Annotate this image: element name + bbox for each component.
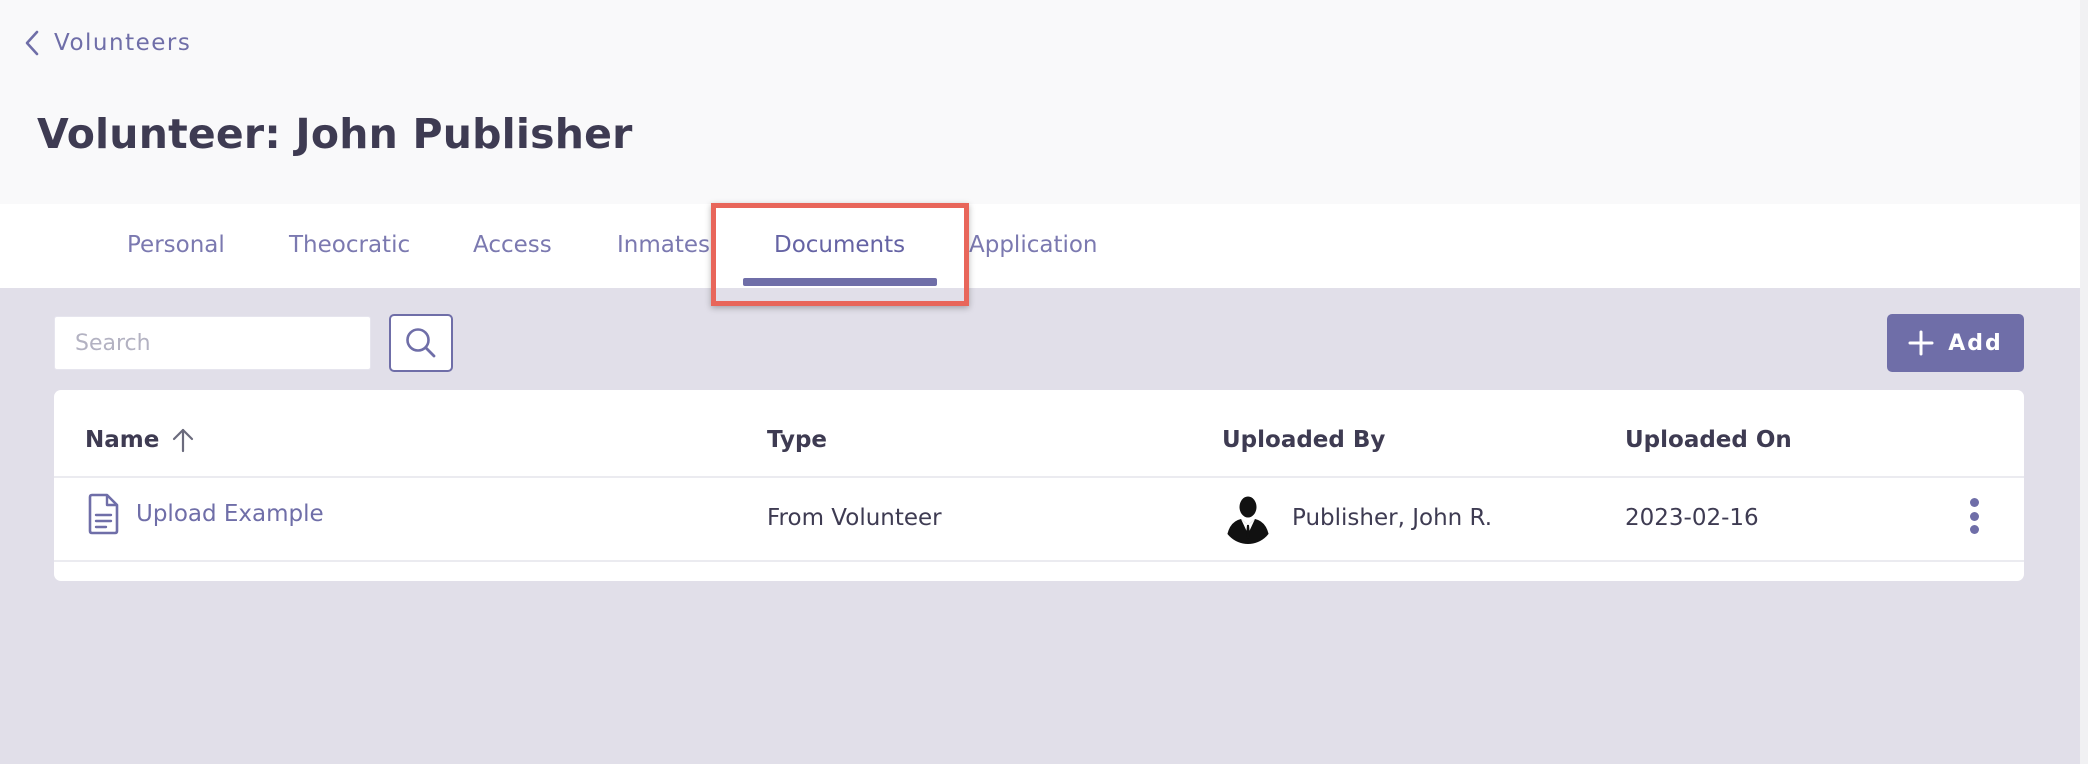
tab-bar: Personal Theocratic Access Inmates Docum…	[0, 204, 2080, 288]
back-link-label: Volunteers	[54, 30, 192, 56]
search-button[interactable]	[389, 314, 453, 372]
add-button[interactable]: Add	[1887, 314, 2024, 372]
document-type-cell: From Volunteer	[767, 505, 942, 531]
back-link[interactable]: Volunteers	[24, 26, 191, 60]
column-header-label: Uploaded On	[1625, 427, 1792, 453]
tab-inmates[interactable]: Inmates	[617, 232, 710, 272]
column-header-label: Uploaded By	[1222, 427, 1386, 453]
tab-application[interactable]: Application	[969, 232, 1098, 272]
page-header: Volunteers Volunteer: John Publisher	[0, 0, 2080, 204]
arrow-up-icon	[173, 428, 194, 453]
search-icon	[406, 328, 436, 358]
kebab-menu-icon	[1969, 525, 1979, 534]
column-header-uploaded-by[interactable]: Uploaded By	[1222, 420, 1385, 460]
tab-personal[interactable]: Personal	[127, 232, 225, 272]
column-header-label: Type	[767, 427, 828, 453]
column-header-uploaded-on[interactable]: Uploaded On	[1625, 420, 1792, 460]
plus-icon	[1908, 330, 1934, 356]
document-name-link[interactable]: Upload Example	[136, 501, 324, 527]
table-row: Upload Example From Volunteer Publisher,…	[54, 478, 2024, 560]
column-header-type[interactable]: Type	[767, 420, 827, 460]
tab-access[interactable]: Access	[473, 232, 552, 272]
column-header-name[interactable]: Name	[85, 420, 195, 460]
row-menu-button[interactable]	[1962, 496, 1986, 536]
column-header-label: Name	[85, 427, 160, 453]
tab-documents[interactable]: Documents	[774, 232, 905, 272]
page-title: Volunteer: John Publisher	[37, 110, 633, 158]
document-name-cell: Upload Example	[86, 492, 324, 536]
uploaded-on-cell: 2023-02-16	[1625, 505, 1759, 531]
active-tab-indicator	[743, 278, 937, 286]
uploaded-by-cell: Publisher, John R.	[1222, 492, 1492, 544]
search-input[interactable]	[54, 316, 371, 370]
scrollbar[interactable]	[2080, 0, 2088, 764]
document-icon	[88, 493, 119, 535]
avatar	[1222, 492, 1274, 544]
chevron-left-icon	[25, 30, 39, 56]
documents-table: Name Type Uploaded By Uploaded On Upload…	[54, 390, 2024, 581]
tab-theocratic[interactable]: Theocratic	[289, 232, 410, 272]
uploader-name: Publisher, John R.	[1292, 505, 1493, 531]
kebab-menu-icon	[1969, 498, 1979, 507]
kebab-menu-icon	[1969, 511, 1979, 521]
add-button-label: Add	[1948, 330, 2003, 356]
row-divider	[54, 560, 2024, 562]
